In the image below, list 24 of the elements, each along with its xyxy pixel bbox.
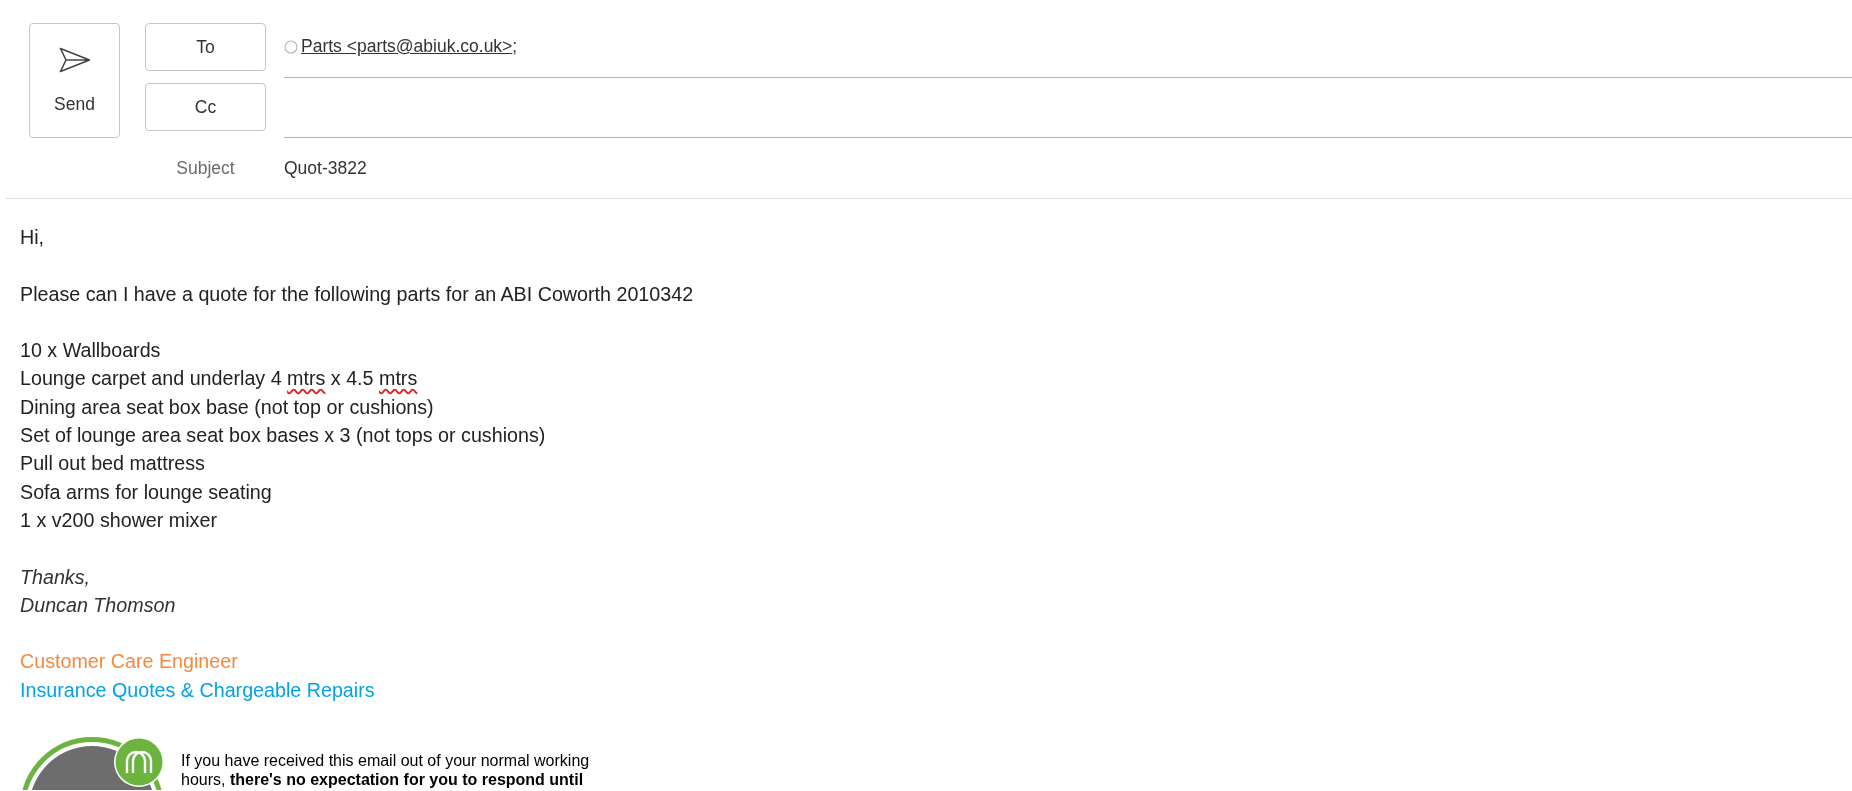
signature-line: Insurance Quotes & Chargeable Repairs bbox=[20, 677, 375, 703]
notice-text: If you have received this email out of your normal working hours, there's no expectation for you to respond until bbox=[181, 751, 591, 790]
presence-circle-icon bbox=[284, 39, 298, 54]
sender-name: Duncan Thomson bbox=[20, 592, 176, 618]
subject-label: Subject bbox=[176, 157, 235, 179]
parts-list-item: Pull out bed mattress bbox=[20, 451, 205, 477]
parts-list-item: Set of lounge area seat box bases x 3 (not tops or cushions) bbox=[20, 423, 546, 449]
recipient-link[interactable]: Parts <parts@abiuk.co.uk> bbox=[301, 36, 513, 57]
closing-text: Thanks, bbox=[20, 564, 91, 590]
recipient-separator: ; bbox=[512, 36, 518, 57]
parts-list-item: Lounge carpet and underlay 4 mtrs x 4.5 mtrs bbox=[20, 366, 418, 392]
to-button[interactable]: To bbox=[145, 23, 266, 71]
send-icon bbox=[58, 47, 91, 73]
parts-list-item: 1 x v200 shower mixer bbox=[20, 507, 217, 533]
cc-button[interactable]: Cc bbox=[145, 83, 266, 131]
to-field[interactable]: Parts <parts@abiuk.co.uk>; bbox=[284, 18, 1852, 78]
signature-line: Customer Care Engineer bbox=[20, 649, 238, 675]
parts-list-item: 10 x Wallboards bbox=[20, 338, 161, 364]
parts-list-item: Dining area seat box base (not top or cushions) bbox=[20, 394, 434, 420]
greeting-text: Hi, bbox=[20, 225, 45, 250]
parts-list-item: Sofa arms for lounge seating bbox=[20, 479, 272, 505]
intro-text: Please can I have a quote for the following parts for an ABI Coworth 2010342 bbox=[20, 281, 694, 307]
subject-field[interactable]: Quot-3822 bbox=[284, 138, 367, 198]
send-button[interactable]: Send bbox=[29, 23, 120, 138]
